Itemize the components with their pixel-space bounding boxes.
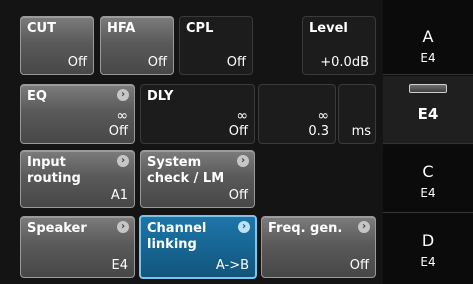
channel-c-type: E4 — [420, 186, 436, 200]
chevron-right-icon: › — [358, 221, 370, 233]
dly-value: Off — [228, 124, 248, 139]
delay-unit: ms — [351, 124, 371, 139]
channel-d-type: E4 — [420, 255, 436, 269]
chevron-right-icon: › — [237, 155, 249, 167]
channel-c-tab[interactable]: C E4 — [383, 145, 473, 213]
delay-time-field[interactable]: ∞ 0.3 — [258, 84, 336, 144]
chevron-right-icon: › — [117, 221, 129, 233]
channel-indicator-icon — [409, 84, 447, 93]
freq-gen-button[interactable]: Freq. gen. › Off — [261, 216, 376, 278]
channel-linking-label: Channel linking — [147, 221, 207, 252]
speaker-value: E4 — [111, 258, 129, 273]
cpl-value: Off — [226, 55, 246, 70]
system-check-button[interactable]: System check / LM › Off — [140, 150, 255, 208]
level-value: +0.0dB — [320, 55, 369, 70]
chevron-right-icon: › — [117, 89, 129, 101]
cut-value: Off — [67, 55, 87, 70]
main-panel: CUT Off HFA Off CPL Off Level +0.0dB EQ … — [0, 0, 383, 284]
speaker-button[interactable]: Speaker › E4 — [20, 216, 135, 278]
eq-label: EQ — [27, 89, 47, 104]
channel-d-tab[interactable]: D E4 — [383, 214, 473, 284]
cpl-label: CPL — [186, 21, 214, 36]
channel-a-tab[interactable]: A E4 — [383, 0, 473, 75]
level-button[interactable]: Level +0.0dB — [302, 16, 376, 75]
cut-button[interactable]: CUT Off — [20, 16, 94, 75]
dly-button[interactable]: DLY ∞ Off — [140, 84, 255, 144]
dly-label: DLY — [147, 89, 174, 104]
freq-gen-label: Freq. gen. — [268, 221, 343, 236]
delay-time-infinity: ∞ — [317, 108, 329, 124]
channel-sidebar: A E4 E4 C E4 D E4 — [383, 0, 473, 284]
dly-infinity: ∞ — [236, 108, 248, 124]
chevron-right-icon: › — [238, 221, 250, 233]
hfa-button[interactable]: HFA Off — [100, 16, 174, 75]
level-label: Level — [309, 21, 348, 36]
eq-infinity: ∞ — [116, 108, 128, 124]
channel-b-tab[interactable]: E4 — [383, 76, 473, 144]
speaker-label: Speaker — [27, 221, 87, 236]
delay-unit-field[interactable]: ms — [338, 84, 376, 144]
input-routing-label: Input routing — [27, 155, 81, 186]
channel-a-name: A — [422, 27, 434, 46]
system-check-value: Off — [228, 188, 248, 203]
channel-d-name: D — [421, 231, 435, 250]
cpl-button[interactable]: CPL Off — [179, 16, 253, 75]
channel-a-type: E4 — [420, 51, 436, 65]
chevron-right-icon: › — [117, 155, 129, 167]
cut-label: CUT — [27, 21, 56, 36]
input-routing-button[interactable]: Input routing › A1 — [20, 150, 135, 208]
freq-gen-value: Off — [349, 258, 369, 273]
channel-c-name: C — [422, 162, 434, 181]
system-check-label: System check / LM — [147, 155, 225, 186]
delay-time-value: 0.3 — [308, 124, 329, 139]
eq-button[interactable]: EQ › ∞ Off — [20, 84, 135, 144]
hfa-value: Off — [147, 55, 167, 70]
channel-linking-value: A->B — [215, 258, 249, 273]
channel-linking-button[interactable]: Channel linking › A->B — [139, 215, 257, 279]
hfa-label: HFA — [107, 21, 136, 36]
channel-b-type: E4 — [417, 105, 439, 123]
input-routing-value: A1 — [110, 188, 128, 203]
eq-value: Off — [108, 124, 128, 139]
